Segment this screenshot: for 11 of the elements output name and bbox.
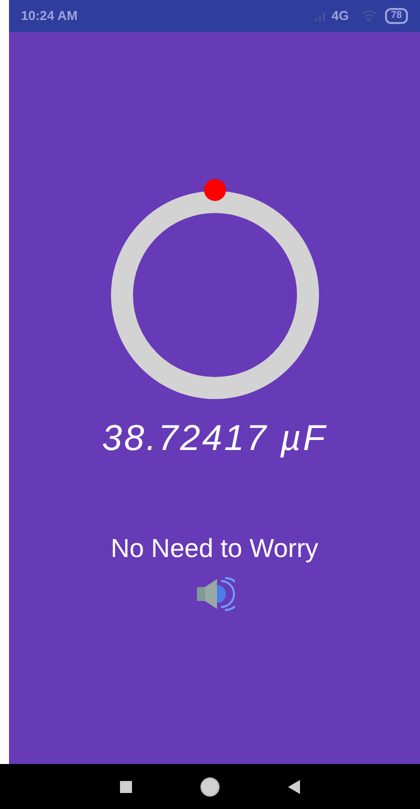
- status-time: 10:24 AM: [21, 7, 78, 26]
- wifi-icon: [360, 10, 377, 22]
- network-type: 4G: [332, 7, 349, 26]
- indicator-dot: [204, 179, 226, 201]
- recent-apps-icon[interactable]: [120, 780, 132, 792]
- speaker-icon[interactable]: [194, 576, 234, 612]
- capacitance-reading: 38.72417 µF: [102, 416, 327, 460]
- status-message: No Need to Worry: [110, 532, 318, 564]
- home-icon[interactable]: [200, 776, 220, 796]
- back-icon[interactable]: [288, 780, 300, 794]
- battery-level: 78: [384, 8, 408, 24]
